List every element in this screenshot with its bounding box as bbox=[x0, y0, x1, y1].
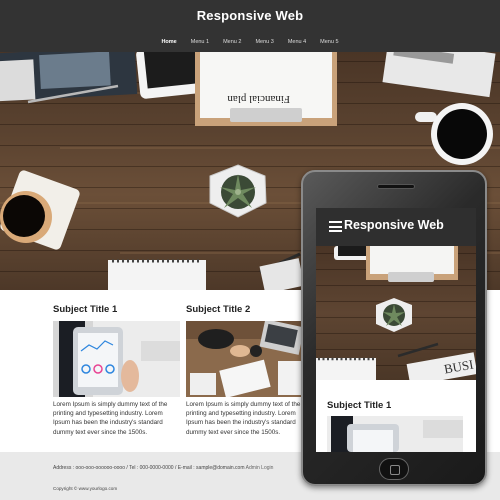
nav-item-home[interactable]: Home bbox=[159, 38, 178, 46]
coffee-cup-right-image bbox=[415, 103, 493, 165]
hamburger-menu-icon[interactable] bbox=[329, 221, 342, 232]
phone-mockup: Responsive Web BUSI Subject Title 1 bbox=[301, 170, 487, 486]
nav-item-menu-4[interactable]: Menu 4 bbox=[286, 38, 308, 46]
phone-home-button[interactable] bbox=[379, 458, 409, 480]
subject-text-2: Lorem Ipsum is simply dummy text of the … bbox=[186, 401, 301, 436]
clipboard-right-image bbox=[382, 52, 496, 98]
tablet-analytics-photo bbox=[53, 321, 180, 397]
main-nav: Home Menu 1 Menu 2 Menu 3 Menu 4 Menu 5 bbox=[0, 38, 500, 46]
subject-image-1[interactable] bbox=[53, 321, 180, 397]
business-meeting-photo bbox=[186, 321, 313, 397]
phone-screen: Responsive Web BUSI Subject Title 1 bbox=[316, 208, 476, 452]
phone-hero-photo: BUSI bbox=[316, 246, 476, 380]
phone-site-title[interactable]: Responsive Web bbox=[344, 218, 444, 232]
nav-item-menu-1[interactable]: Menu 1 bbox=[189, 38, 211, 46]
footer-copyright: Copyright © www.yourlogo.com bbox=[53, 486, 118, 491]
succulent-plant-image bbox=[209, 164, 267, 218]
nav-item-menu-5[interactable]: Menu 5 bbox=[318, 38, 340, 46]
coffee-cup-left-image bbox=[0, 170, 80, 250]
spiral-notepad-image bbox=[108, 259, 206, 290]
subject-title-2: Subject Title 2 bbox=[186, 304, 251, 315]
nav-item-menu-2[interactable]: Menu 2 bbox=[221, 38, 243, 46]
site-header: Responsive Web Home Menu 1 Menu 2 Menu 3… bbox=[0, 0, 500, 52]
phone-subject-title: Subject Title 1 bbox=[327, 400, 392, 411]
footer-address: Address : ooo-ooo-oooooo-oooo / Tel : 00… bbox=[53, 465, 245, 471]
footer-admin-link[interactable]: Admin Login bbox=[246, 465, 274, 471]
clipboard-text: Financial plan bbox=[227, 93, 290, 105]
subject-column-1: Subject Title 1 Lorem Ipsum is simply du… bbox=[53, 304, 180, 437]
phone-desk-illustration: BUSI bbox=[316, 246, 476, 380]
clipboard-financial-plan: Financial plan bbox=[195, 52, 337, 126]
site-title[interactable]: Responsive Web bbox=[0, 8, 500, 23]
subject-title-1: Subject Title 1 bbox=[53, 304, 118, 315]
subject-column-2: Subject Title 2 Lorem Ipsum is simply du… bbox=[186, 304, 313, 437]
subject-image-2[interactable] bbox=[186, 321, 313, 397]
phone-speaker bbox=[377, 184, 415, 189]
footer-address-line: Address : ooo-ooo-oooooo-oooo / Tel : 00… bbox=[53, 465, 273, 471]
subject-text-1: Lorem Ipsum is simply dummy text of the … bbox=[53, 401, 168, 436]
pencil-image bbox=[259, 252, 305, 290]
phone-header: Responsive Web bbox=[316, 208, 476, 246]
nav-item-menu-3[interactable]: Menu 3 bbox=[253, 38, 275, 46]
phone-subject-image[interactable] bbox=[327, 416, 463, 452]
